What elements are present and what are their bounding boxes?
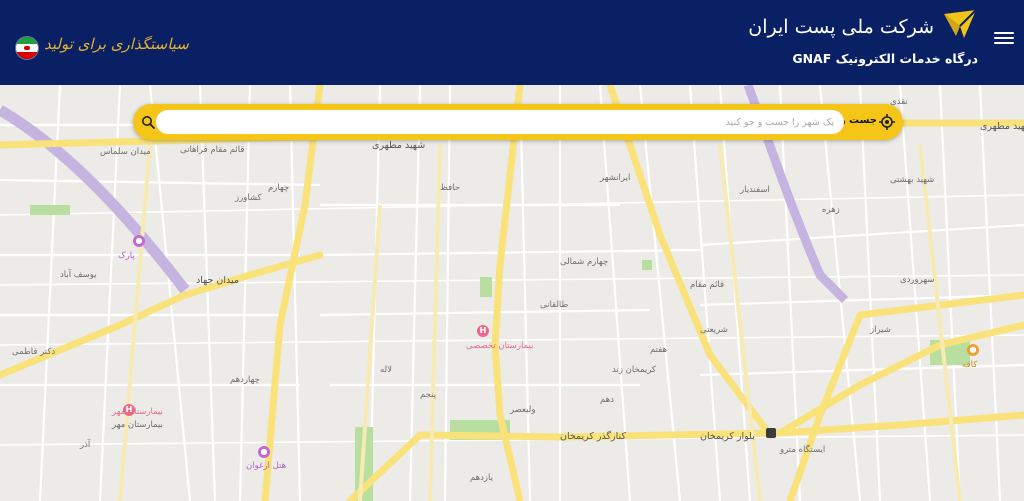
map-view[interactable]: شهید مطهری میدان سلماس قائم مقام فراهانی… (0, 85, 1024, 501)
poi-label: کافه (962, 360, 978, 370)
street-label: ایرانشهر (600, 173, 631, 183)
street-label: چهارم شمالی (560, 257, 609, 267)
street-label: بیمارستان مهر (112, 420, 163, 430)
search-icon[interactable] (141, 115, 155, 129)
iran-flag-icon (16, 37, 38, 59)
hotel-pin-icon[interactable]: ● (258, 446, 270, 458)
street-label: حافظ (440, 183, 460, 193)
hospital-pin-icon[interactable]: H (477, 325, 489, 337)
street-label: لاله (380, 365, 392, 375)
street-label: یوسف آباد (60, 270, 97, 280)
street-label: میدان جهاد (196, 275, 239, 286)
locate-crosshair-icon[interactable] (879, 114, 895, 130)
street-label: دکتر فاطمی (12, 347, 56, 357)
poi-label: هتل ارغوان (246, 461, 287, 471)
street-label: چهاردهم (230, 375, 260, 385)
street-label: طالقانی (540, 300, 569, 310)
cafe-pin-icon[interactable]: ● (967, 344, 979, 356)
street-label: ولیعصر (510, 405, 536, 415)
header-bar: شرکت ملی پست ایران درگاه خدمات الکترونیک… (0, 0, 1024, 85)
street-label: زهره (822, 205, 840, 215)
street-label: اسفندیار (740, 185, 770, 195)
street-label: سهروردی (900, 275, 935, 285)
street-label: شهید بهشتی (890, 175, 935, 185)
street-label: کنارگذر کریمخان (560, 431, 626, 442)
street-label: میدان سلماس (100, 147, 151, 157)
city-search-input[interactable] (156, 110, 844, 134)
street-label: یازدهم (470, 473, 493, 483)
street-label: کشاورز (235, 193, 262, 203)
hamburger-menu-icon[interactable] (994, 29, 1014, 45)
street-label: دهم (600, 395, 614, 405)
street-label: شهید مطهری (980, 121, 1024, 132)
street-label: پنجم (420, 390, 437, 400)
street-label: قائم مقام (690, 280, 725, 290)
street-label: چهارم (268, 183, 290, 193)
portal-title: درگاه خدمات الکترونیک GNAF (792, 51, 978, 66)
map-streets (0, 85, 1024, 501)
street-label: ایستگاه مترو (780, 445, 826, 455)
slogan-text: سیاستگذاری برای تولید (44, 35, 189, 53)
poi-label: بیمارستان تخصصی (466, 341, 534, 351)
street-label: شهید مطهری (372, 140, 426, 151)
street-label: شریعتی (700, 325, 728, 335)
street-label: هفتم (650, 345, 668, 355)
street-label: قائم مقام فراهانی (180, 145, 245, 155)
company-name: شرکت ملی پست ایران (748, 16, 934, 38)
iran-post-logo-icon (944, 9, 977, 38)
street-label: آذر (80, 440, 91, 450)
poi-label: پارک (118, 251, 135, 261)
search-bar: جست و جوی کد پستی با پیمایش نقشه (133, 104, 903, 140)
landmark-pin-icon[interactable]: ● (133, 235, 145, 247)
poi-label: بیمارستان مهر (112, 407, 163, 417)
street-label: بلوار کریمخان (700, 431, 755, 442)
street-label: کریمخان زند (612, 365, 656, 375)
street-label: شیراز (870, 325, 891, 335)
